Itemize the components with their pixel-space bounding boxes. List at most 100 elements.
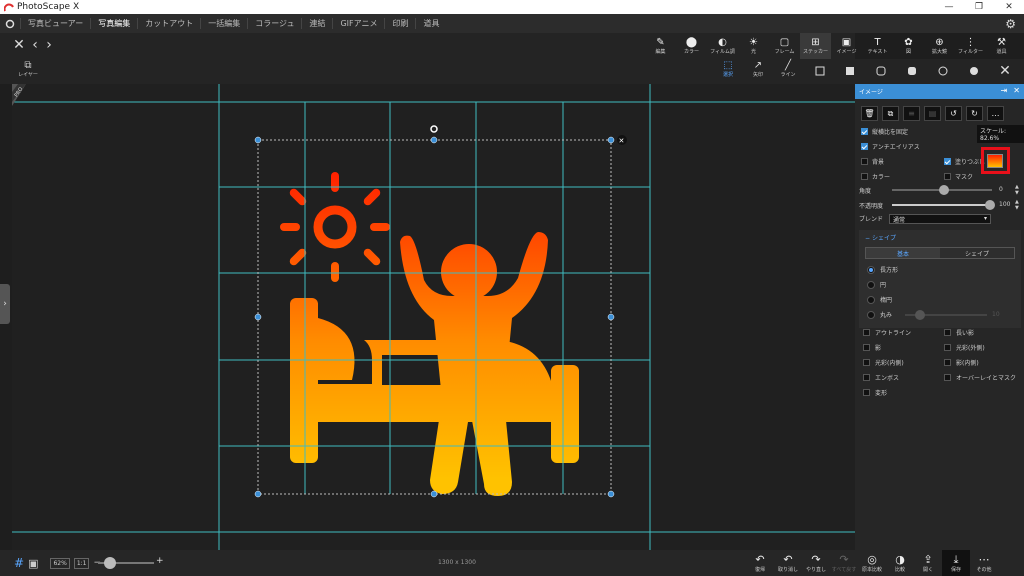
menu-photo-editor[interactable]: 写真編集 xyxy=(90,18,137,29)
home-button[interactable] xyxy=(0,14,20,33)
panel-close-icon[interactable]: ✕ xyxy=(1013,86,1020,95)
circle-outline-icon[interactable] xyxy=(936,64,950,78)
menu-collage[interactable]: コラージュ xyxy=(247,18,301,29)
canvas-area[interactable]: ✕ xyxy=(12,84,855,550)
bottom-tools: ↶ 復帰 ↶ 取り消し ↷ やり直し ↷ すべて戻す ◎ 原本比較 ◑ 比較 ⇪ 開く ⤓ 保存… xyxy=(746,550,998,576)
rounded-outline-icon[interactable] xyxy=(874,64,888,78)
rounded-fill-icon[interactable] xyxy=(905,64,919,78)
restore-button[interactable]: ❐ xyxy=(964,0,994,14)
rotate-right-icon[interactable]: ↻ xyxy=(966,106,983,121)
shape-rounded-radio[interactable]: 丸み 10 xyxy=(867,309,1000,320)
rotate-left-icon[interactable]: ↺ xyxy=(945,106,962,121)
inner-glow-checkbox[interactable]: 光彩(内側) xyxy=(863,358,904,367)
menu-batch[interactable]: 一括編集 xyxy=(200,18,247,29)
long-shadow-checkbox[interactable]: 長い影 xyxy=(944,328,974,337)
redo-all-button[interactable]: ↷ すべて戻す xyxy=(830,550,858,576)
redo-button[interactable]: ↷ やり直し xyxy=(802,550,830,576)
color-checkbox[interactable]: カラー xyxy=(861,172,890,181)
tool-film[interactable]: ◐ フィルム調 xyxy=(707,33,738,59)
menu-tools[interactable]: 道具 xyxy=(415,18,446,29)
blend-select[interactable]: 通常 ▾ xyxy=(889,214,991,224)
inner-shadow-checkbox[interactable]: 影(内側) xyxy=(944,358,979,367)
more-button[interactable]: ⋯ その他 xyxy=(970,550,998,576)
line-tool[interactable]: ╱ ライン xyxy=(774,60,802,82)
delete-icon[interactable]: 🗑 xyxy=(861,106,878,121)
compare-original-button[interactable]: ◎ 原本比較 xyxy=(858,550,886,576)
zoom-1to1-button[interactable]: 1:1 xyxy=(73,557,90,569)
antialias-checkbox[interactable]: アンチエイリアス xyxy=(861,142,920,151)
send-back-icon[interactable]: ▤ xyxy=(924,106,941,121)
background-checkbox[interactable]: 背景 xyxy=(861,157,884,166)
tool-filter[interactable]: ⋮ フィルター xyxy=(955,33,986,59)
view-icon[interactable]: ▣ xyxy=(28,557,38,570)
tool-frame[interactable]: ▢ フレーム xyxy=(769,33,800,59)
tool-edit[interactable]: ✎ 編集 xyxy=(645,33,676,59)
close-image-icon[interactable]: ✕ xyxy=(12,37,26,53)
tool-tools[interactable]: ⚒ 道具 xyxy=(986,33,1017,59)
open-button[interactable]: ⇪ 開く xyxy=(914,550,942,576)
opacity-stepper[interactable]: ▲ ▼ xyxy=(1015,199,1019,211)
tool-color[interactable]: ⬤ カラー xyxy=(676,33,707,59)
shape-tabs: 基本 シェイプ xyxy=(865,247,1015,259)
angle-slider[interactable]: 角度 0 ▲ ▼ xyxy=(859,184,1021,196)
fill-checkbox[interactable]: 塗りつぶし xyxy=(944,157,985,166)
sun-icon xyxy=(280,172,390,282)
circle-fill-icon[interactable] xyxy=(967,64,981,78)
shape-rectangle-radio[interactable]: 長方形 xyxy=(867,265,898,274)
next-icon[interactable]: › xyxy=(42,37,56,53)
zoom-in-button[interactable]: + xyxy=(156,556,164,566)
app-logo-icon xyxy=(4,3,14,12)
app-title: PhotoScape X xyxy=(17,2,80,12)
shadow-checkbox[interactable]: 影 xyxy=(863,343,881,352)
menu-combine[interactable]: 連結 xyxy=(301,18,332,29)
side-panel-toggle[interactable]: › xyxy=(0,284,10,324)
mask-checkbox[interactable]: マスク xyxy=(944,172,973,181)
minimize-button[interactable]: — xyxy=(934,0,964,14)
duplicate-icon[interactable]: ⧉ xyxy=(882,106,899,121)
tool-sticker[interactable]: ⊞ ステッカー xyxy=(800,33,831,59)
menu-photo-viewer[interactable]: 写真ビューアー xyxy=(20,18,90,29)
tool-figure[interactable]: ✿ 図 xyxy=(893,33,924,59)
arrow-tool[interactable]: ↗ 矢印 xyxy=(744,60,772,82)
tool-image[interactable]: ▣ イメージ xyxy=(831,33,862,59)
gear-icon[interactable]: ⚙ xyxy=(1005,17,1016,31)
more-icon[interactable]: … xyxy=(987,106,1004,121)
opacity-slider[interactable]: 不透明度 100 ▲ ▼ xyxy=(859,199,1021,211)
angle-stepper[interactable]: ▲ ▼ xyxy=(1015,184,1019,196)
zoom-percent[interactable]: 62% xyxy=(50,557,70,569)
save-button[interactable]: ⤓ 保存 xyxy=(942,550,970,576)
undo-button[interactable]: ↶ 取り消し xyxy=(774,550,802,576)
rect-fill-icon[interactable] xyxy=(843,64,857,78)
compare-button[interactable]: ◑ 比較 xyxy=(886,550,914,576)
menu-gif[interactable]: GIFアニメ xyxy=(332,18,384,29)
chevron-down-icon: ▾ xyxy=(983,215,987,222)
menu-print[interactable]: 印刷 xyxy=(384,18,415,29)
menu-cut-out[interactable]: カットアウト xyxy=(137,18,200,29)
layer-button[interactable]: ⧉ レイヤー xyxy=(14,60,42,82)
emboss-checkbox[interactable]: エンボス xyxy=(863,373,899,382)
pin-icon[interactable]: ⇥ xyxy=(1001,86,1008,95)
tab-basic[interactable]: 基本 xyxy=(866,248,940,258)
close-button[interactable]: ✕ xyxy=(994,0,1024,14)
shape-section-title[interactable]: − シェイプ xyxy=(865,233,896,242)
bring-front-icon[interactable]: ≡ xyxy=(903,106,920,121)
shape-ellipse-radio[interactable]: 楕円 xyxy=(867,295,892,304)
outer-glow-checkbox[interactable]: 光彩(外側) xyxy=(944,343,985,352)
overlay-mask-checkbox[interactable]: オーバーレイとマスク xyxy=(944,373,1016,382)
revert-button[interactable]: ↶ 復帰 xyxy=(746,550,774,576)
outline-checkbox[interactable]: アウトライン xyxy=(863,328,911,337)
tab-shape[interactable]: シェイプ xyxy=(940,248,1014,258)
prev-icon[interactable]: ‹ xyxy=(28,37,42,53)
tool-light[interactable]: ☀ 光 xyxy=(738,33,769,59)
transform-checkbox[interactable]: 変形 xyxy=(863,388,887,397)
grid-icon[interactable]: # xyxy=(14,556,24,570)
lock-ratio-checkbox[interactable]: 縦横比を固定 xyxy=(861,127,908,136)
shape-circle-radio[interactable]: 円 xyxy=(867,280,886,289)
tool-text[interactable]: T テキスト xyxy=(862,33,893,59)
tool-magnifier[interactable]: ⊕ 拡大鏡 xyxy=(924,33,955,59)
close-icon[interactable]: ✕ xyxy=(998,63,1012,79)
rect-outline-icon[interactable] xyxy=(813,64,827,78)
blend-label: ブレンド xyxy=(859,216,884,223)
zoom-slider-knob[interactable] xyxy=(104,557,116,569)
select-tool[interactable]: ⬚ 選択 xyxy=(714,60,742,82)
